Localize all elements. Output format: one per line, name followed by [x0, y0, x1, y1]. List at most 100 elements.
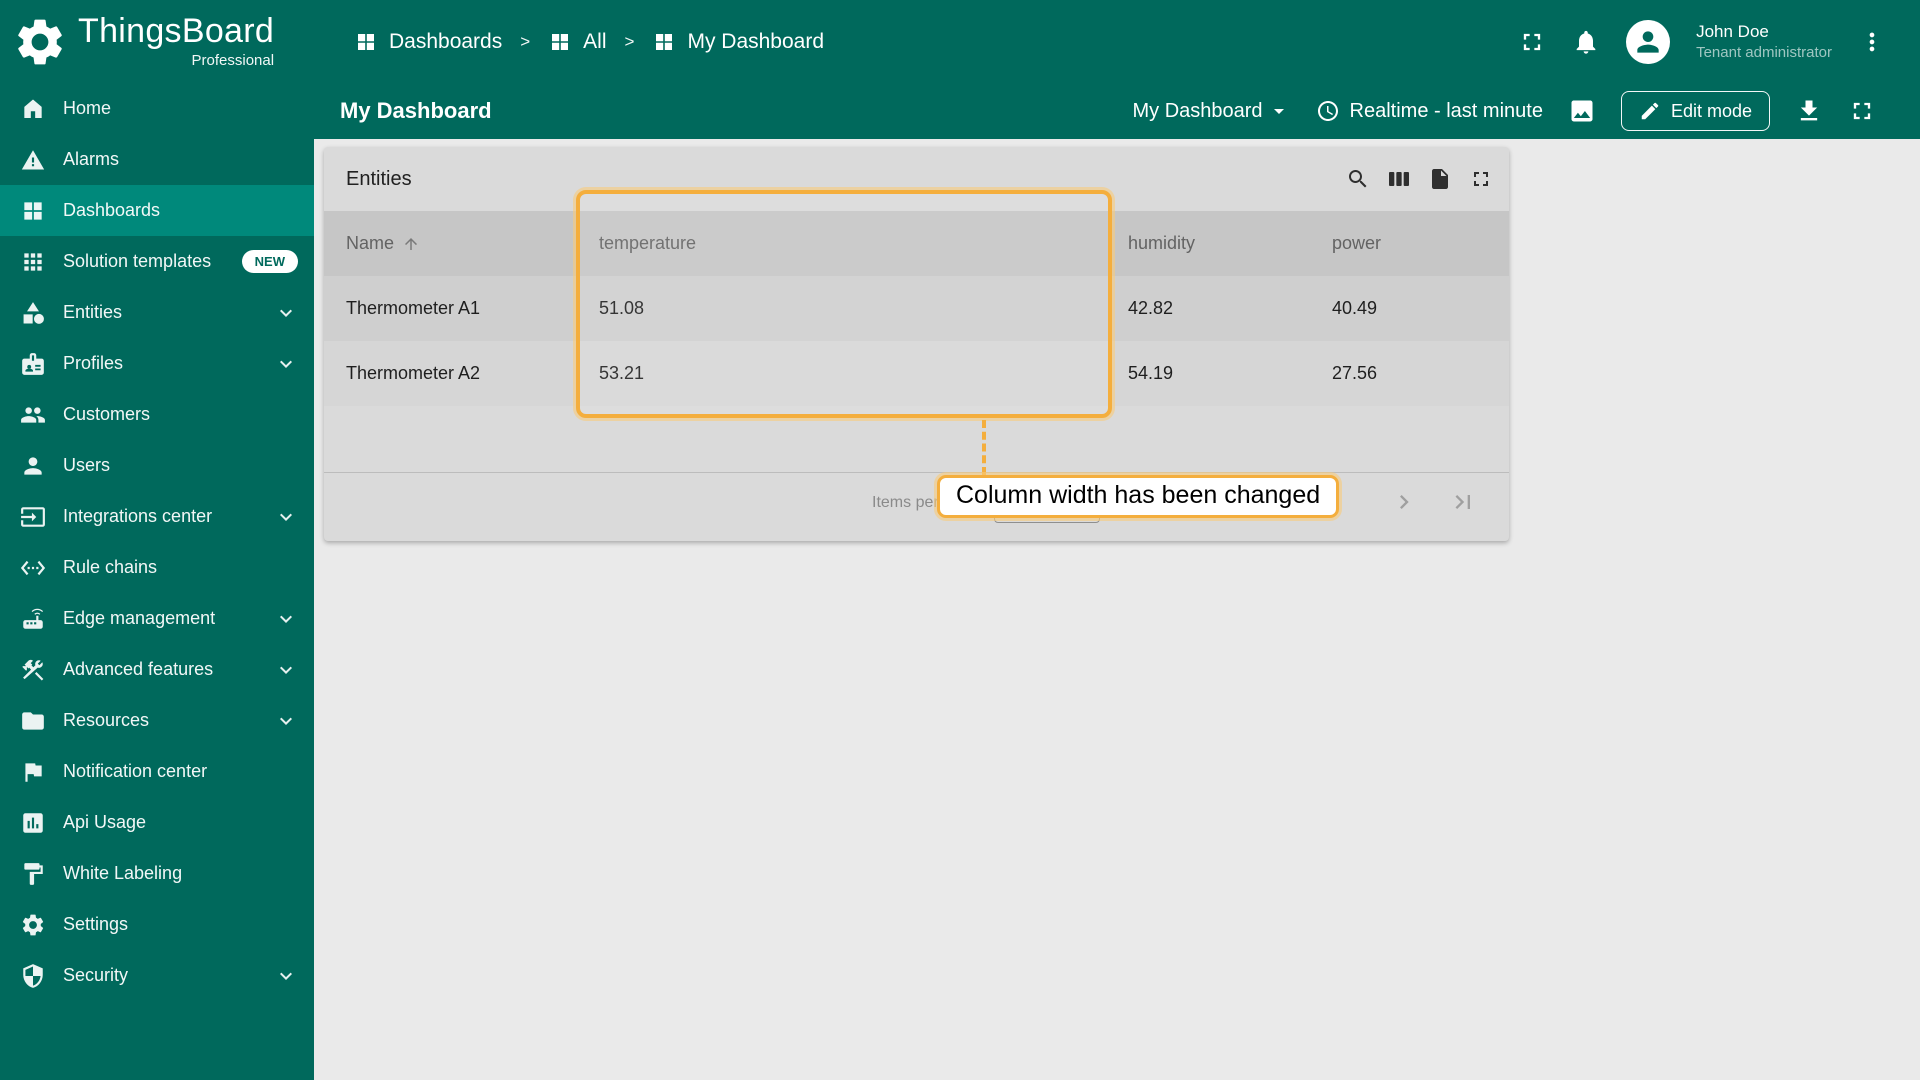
sidebar-item-home[interactable]: Home — [0, 83, 314, 134]
sidebar-item-label: Profiles — [63, 353, 123, 374]
breadcrumb-all[interactable]: All — [548, 30, 606, 54]
sidebar-item-rule-chains[interactable]: Rule chains — [0, 542, 314, 593]
resources-icon — [20, 708, 46, 734]
cell-temperature: 51.08 — [577, 298, 1106, 319]
sidebar-item-label: Dashboards — [63, 200, 160, 221]
export-file-icon[interactable] — [1428, 167, 1452, 191]
sidebar-item-resources[interactable]: Resources — [0, 695, 314, 746]
sidebar-item-users[interactable]: Users — [0, 440, 314, 491]
hint-callout: Column width has been changed — [937, 475, 1339, 518]
breadcrumb-my-dashboard[interactable]: My Dashboard — [652, 30, 824, 54]
sidebar-item-integrations-center[interactable]: Integrations center — [0, 491, 314, 542]
api-usage-icon — [20, 810, 46, 836]
sidebar-item-label: Edge management — [63, 608, 215, 629]
sidebar-item-label: White Labeling — [63, 863, 182, 884]
edge-management-icon — [20, 606, 46, 632]
user-name: John Doe — [1696, 21, 1832, 43]
user-info[interactable]: John Doe Tenant administrator — [1696, 21, 1832, 63]
sidebar-item-notification-center[interactable]: Notification center — [0, 746, 314, 797]
breadcrumb-label: All — [583, 30, 606, 54]
clock-icon — [1316, 99, 1340, 123]
sidebar-item-api-usage[interactable]: Api Usage — [0, 797, 314, 848]
notifications-bell-icon[interactable] — [1572, 28, 1600, 56]
download-icon[interactable] — [1795, 97, 1823, 125]
edit-mode-button[interactable]: Edit mode — [1621, 91, 1770, 131]
thingsboard-logo[interactable]: ThingsBoard Professional — [0, 0, 314, 83]
breadcrumb-label: My Dashboard — [687, 30, 824, 54]
breadcrumb-label: Dashboards — [389, 30, 502, 54]
search-icon[interactable] — [1346, 167, 1370, 191]
more-vert-icon[interactable] — [1858, 28, 1886, 56]
brand-name: ThingsBoard — [78, 14, 274, 50]
sidebar-item-white-labeling[interactable]: White Labeling — [0, 848, 314, 899]
sidebar-item-dashboards[interactable]: Dashboards — [0, 185, 314, 236]
dashboards-icon — [20, 198, 46, 224]
sidebar: ThingsBoard Professional Home Alarms Das… — [0, 0, 314, 1080]
thingsboard-app: ThingsBoard Professional Home Alarms Das… — [0, 0, 1920, 1080]
chevron-down-icon — [274, 301, 298, 325]
column-label: power — [1332, 233, 1381, 254]
timewindow-button[interactable]: Realtime - last minute — [1316, 99, 1543, 123]
column-header-humidity[interactable]: humidity — [1106, 233, 1310, 254]
widget-actions — [1346, 167, 1493, 191]
users-icon — [20, 453, 46, 479]
cell-name: Thermometer A2 — [324, 363, 577, 384]
dashboard-toolbar-actions: My Dashboard Realtime - last minute Edit… — [1132, 91, 1876, 131]
pencil-icon — [1639, 100, 1661, 122]
column-label: temperature — [599, 233, 696, 254]
sidebar-item-security[interactable]: Security — [0, 950, 314, 1001]
sidebar-item-customers[interactable]: Customers — [0, 389, 314, 440]
widget-header: Entities — [324, 147, 1509, 211]
last-page-button[interactable] — [1449, 488, 1477, 516]
table-row[interactable]: Thermometer A2 53.21 54.19 27.56 — [324, 341, 1509, 406]
dashboard-grid-icon — [652, 30, 676, 54]
advanced-features-icon — [20, 657, 46, 683]
table-row[interactable]: Thermometer A1 51.08 42.82 40.49 — [324, 276, 1509, 341]
sidebar-item-label: Resources — [63, 710, 149, 731]
sidebar-item-label: Entities — [63, 302, 122, 323]
widget-fullscreen-icon[interactable] — [1469, 167, 1493, 191]
sidebar-item-edge-management[interactable]: Edge management — [0, 593, 314, 644]
dashboard-image-icon[interactable] — [1568, 97, 1596, 125]
sidebar-item-profiles[interactable]: Profiles — [0, 338, 314, 389]
home-icon — [20, 96, 46, 122]
column-header-name[interactable]: Name — [324, 233, 577, 254]
user-role: Tenant administrator — [1696, 43, 1832, 63]
user-avatar[interactable] — [1626, 20, 1670, 64]
sidebar-item-label: Users — [63, 455, 110, 476]
columns-icon[interactable] — [1387, 167, 1411, 191]
sidebar-item-entities[interactable]: Entities — [0, 287, 314, 338]
profiles-icon — [20, 351, 46, 377]
column-header-power[interactable]: power — [1310, 233, 1509, 254]
next-page-button[interactable] — [1390, 488, 1418, 516]
sidebar-item-label: Rule chains — [63, 557, 157, 578]
sidebar-item-label: Solution templates — [63, 251, 211, 272]
sidebar-item-alarms[interactable]: Alarms — [0, 134, 314, 185]
sidebar-item-label: Integrations center — [63, 506, 212, 527]
thingsboard-gear-icon — [12, 14, 68, 70]
chevron-down-icon — [274, 964, 298, 988]
fullscreen-icon[interactable] — [1518, 28, 1546, 56]
breadcrumb-dashboards[interactable]: Dashboards — [354, 30, 502, 54]
header-actions: John Doe Tenant administrator — [1518, 20, 1886, 64]
column-header-temperature[interactable]: temperature — [577, 233, 1106, 254]
cell-temperature: 53.21 — [577, 363, 1106, 384]
sidebar-item-label: Customers — [63, 404, 150, 425]
top-header: Dashboards > All > My Dashboard John Doe… — [314, 0, 1920, 83]
sidebar-item-label: Alarms — [63, 149, 119, 170]
sidebar-item-settings[interactable]: Settings — [0, 899, 314, 950]
dashboard-content: Entities Name temperature humidity power — [314, 139, 1920, 1080]
dashboard-selector-value: My Dashboard — [1132, 100, 1262, 123]
customers-icon — [20, 402, 46, 428]
alarms-icon — [20, 147, 46, 173]
breadcrumb-separator: > — [520, 32, 530, 52]
column-label: Name — [346, 233, 394, 254]
sidebar-item-label: Notification center — [63, 761, 207, 782]
arrow-dropdown-icon — [1267, 99, 1291, 123]
fullscreen-icon[interactable] — [1848, 97, 1876, 125]
chevron-down-icon — [274, 607, 298, 631]
sidebar-item-advanced-features[interactable]: Advanced features — [0, 644, 314, 695]
sidebar-item-solution-templates[interactable]: Solution templates NEW — [0, 236, 314, 287]
dashboard-selector[interactable]: My Dashboard — [1132, 99, 1290, 123]
notification-center-icon — [20, 759, 46, 785]
